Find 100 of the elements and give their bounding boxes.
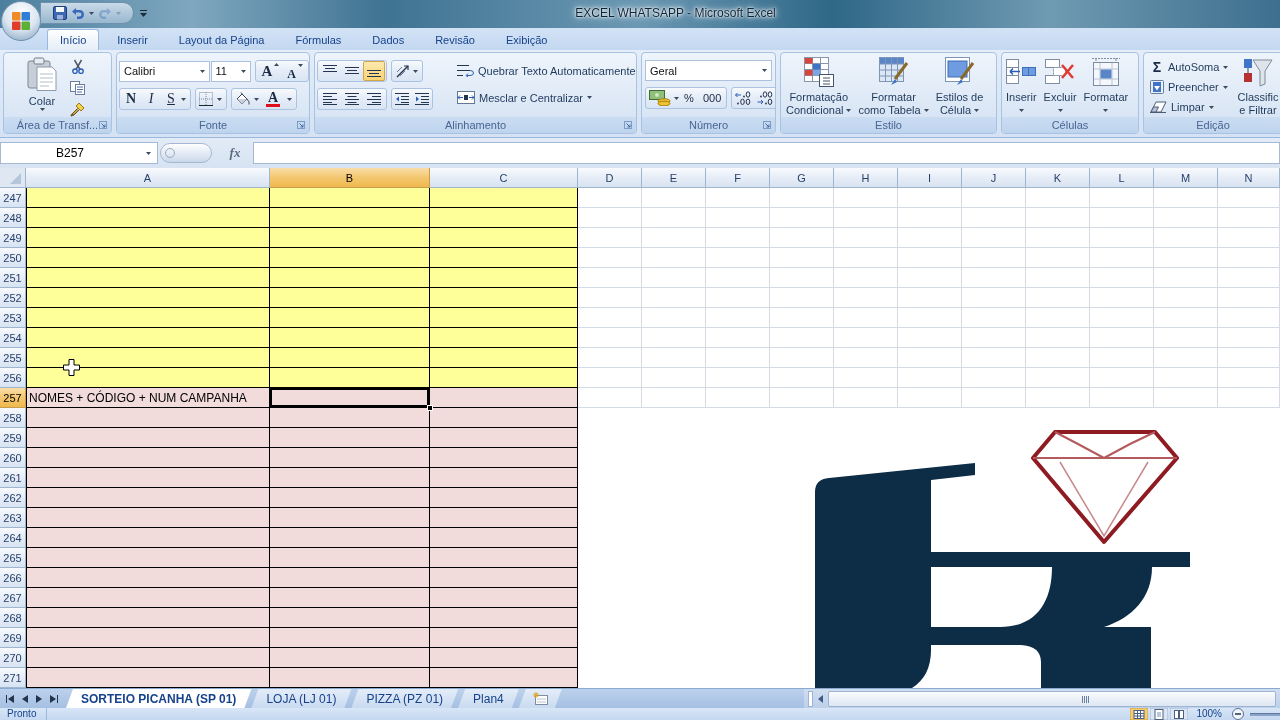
dialog-launcher-icon[interactable] xyxy=(99,121,107,129)
sheet-cell[interactable] xyxy=(430,528,578,548)
sheet-cell[interactable] xyxy=(26,428,270,448)
delete-cells-button[interactable]: Excluir xyxy=(1041,55,1079,117)
sheet-cell[interactable] xyxy=(270,428,430,448)
row-header[interactable]: 255 xyxy=(0,348,26,368)
sheet-cell[interactable] xyxy=(430,668,578,688)
sheet-cell[interactable] xyxy=(430,228,578,248)
next-sheet-icon[interactable] xyxy=(36,694,42,703)
align-center-icon[interactable] xyxy=(345,93,359,105)
sheet-cell[interactable] xyxy=(270,668,430,688)
format-cells-icon[interactable] xyxy=(1090,57,1121,87)
italic-button[interactable]: I xyxy=(141,89,161,109)
column-header[interactable]: L xyxy=(1090,168,1154,188)
sheet-cell[interactable] xyxy=(270,228,430,248)
sheet-cell[interactable] xyxy=(26,628,270,648)
sheet-tab[interactable]: Plan4 xyxy=(458,689,519,708)
dialog-launcher-icon[interactable] xyxy=(297,121,305,129)
ribbon-tab[interactable]: Exibição xyxy=(492,29,561,50)
row-header[interactable]: 256 xyxy=(0,368,26,388)
sheet-cell[interactable] xyxy=(430,448,578,468)
sheet-cell[interactable] xyxy=(430,328,578,348)
column-header[interactable]: H xyxy=(834,168,898,188)
name-box[interactable]: B257 xyxy=(0,142,158,164)
column-header[interactable]: C xyxy=(430,168,578,188)
scroll-left-icon[interactable] xyxy=(818,694,823,703)
sheet-cell[interactable] xyxy=(26,228,270,248)
sheet-cell[interactable] xyxy=(430,608,578,628)
format-as-table-icon[interactable] xyxy=(878,57,909,87)
insert-cells-icon[interactable] xyxy=(1006,57,1037,87)
align-left-icon[interactable] xyxy=(323,93,337,105)
sheet-cell[interactable] xyxy=(270,628,430,648)
dialog-launcher-icon[interactable] xyxy=(763,121,771,129)
sheet-cell[interactable] xyxy=(270,608,430,628)
insert-cells-button[interactable]: Inserir xyxy=(1004,55,1039,117)
sort-filter-button[interactable]: Classific e Filtrar xyxy=(1236,57,1280,117)
insert-sheet-icon[interactable] xyxy=(532,692,548,705)
column-header[interactable]: F xyxy=(706,168,770,188)
sheet-cell[interactable] xyxy=(430,508,578,528)
sheet-cell[interactable] xyxy=(26,408,270,428)
column-header[interactable]: J xyxy=(962,168,1026,188)
row-header[interactable]: 270 xyxy=(0,648,26,668)
row-header[interactable]: 253 xyxy=(0,308,26,328)
page-layout-view-icon[interactable] xyxy=(1150,708,1169,720)
sheet-cell[interactable] xyxy=(430,588,578,608)
sheet-cell[interactable] xyxy=(270,648,430,668)
sheet-cell[interactable] xyxy=(270,368,430,388)
sheet-cell[interactable] xyxy=(270,508,430,528)
scroll-thumb[interactable] xyxy=(828,690,1276,707)
sheet-tab[interactable]: PIZZA (PZ 01) xyxy=(351,689,459,708)
sheet-cell[interactable] xyxy=(26,328,270,348)
sheet-cell[interactable] xyxy=(26,188,270,208)
sheet-cell[interactable] xyxy=(26,608,270,628)
sheet-cell[interactable] xyxy=(26,668,270,688)
number-format-field[interactable]: Geral xyxy=(645,60,772,81)
sheet-cell[interactable] xyxy=(270,548,430,568)
fill-button[interactable]: Preencher xyxy=(1148,77,1236,97)
percent-style-button[interactable]: % xyxy=(679,88,699,108)
row-header[interactable]: 264 xyxy=(0,528,26,548)
text-orientation-icon[interactable] xyxy=(396,64,410,78)
delete-cells-icon[interactable] xyxy=(1045,57,1076,87)
column-header[interactable]: G xyxy=(770,168,834,188)
sheet-cell[interactable] xyxy=(430,308,578,328)
sheet-cell[interactable] xyxy=(270,408,430,428)
formula-bar-handle-icon[interactable] xyxy=(160,143,212,163)
column-header[interactable]: A xyxy=(26,168,270,188)
sheet-cell[interactable] xyxy=(26,448,270,468)
sheet-cell[interactable] xyxy=(26,548,270,568)
last-sheet-icon[interactable] xyxy=(50,694,58,703)
row-header[interactable]: 266 xyxy=(0,568,26,588)
format-cells-button[interactable]: Formatar xyxy=(1081,55,1131,117)
row-header[interactable]: 258 xyxy=(0,408,26,428)
column-header[interactable]: B xyxy=(270,168,430,188)
sheet-cell[interactable] xyxy=(430,248,578,268)
row-header[interactable]: 249 xyxy=(0,228,26,248)
ribbon-tab[interactable]: Inserir xyxy=(104,29,161,50)
format-painter-icon[interactable] xyxy=(70,102,85,117)
row-header[interactable]: 262 xyxy=(0,488,26,508)
conditional-formatting-icon[interactable] xyxy=(803,57,834,87)
page-break-view-icon[interactable] xyxy=(1170,708,1189,720)
row-header[interactable]: 248 xyxy=(0,208,26,228)
sheet-cell[interactable] xyxy=(270,208,430,228)
sheet-cell[interactable] xyxy=(26,488,270,508)
sheet-cell[interactable] xyxy=(270,188,430,208)
sheet-cell[interactable] xyxy=(270,348,430,368)
sheet-cell[interactable] xyxy=(430,428,578,448)
sheet-cell[interactable] xyxy=(270,488,430,508)
first-sheet-icon[interactable] xyxy=(6,694,14,703)
row-header[interactable]: 251 xyxy=(0,268,26,288)
sheet-cell[interactable] xyxy=(430,388,578,408)
cut-icon[interactable] xyxy=(71,59,84,74)
underline-button[interactable]: S xyxy=(161,89,181,109)
normal-view-icon[interactable] xyxy=(1130,708,1149,720)
sheet-cell[interactable] xyxy=(26,368,270,388)
row-header[interactable]: 254 xyxy=(0,328,26,348)
font-name-field[interactable]: Calibri xyxy=(119,60,210,82)
row-header[interactable]: 260 xyxy=(0,448,26,468)
sheet-cell[interactable]: NOMES + CÓDIGO + NUM CAMPANHA xyxy=(26,388,270,408)
cell-styles-button[interactable]: Estilos de Célula xyxy=(933,55,986,117)
sheet-cell[interactable] xyxy=(26,268,270,288)
